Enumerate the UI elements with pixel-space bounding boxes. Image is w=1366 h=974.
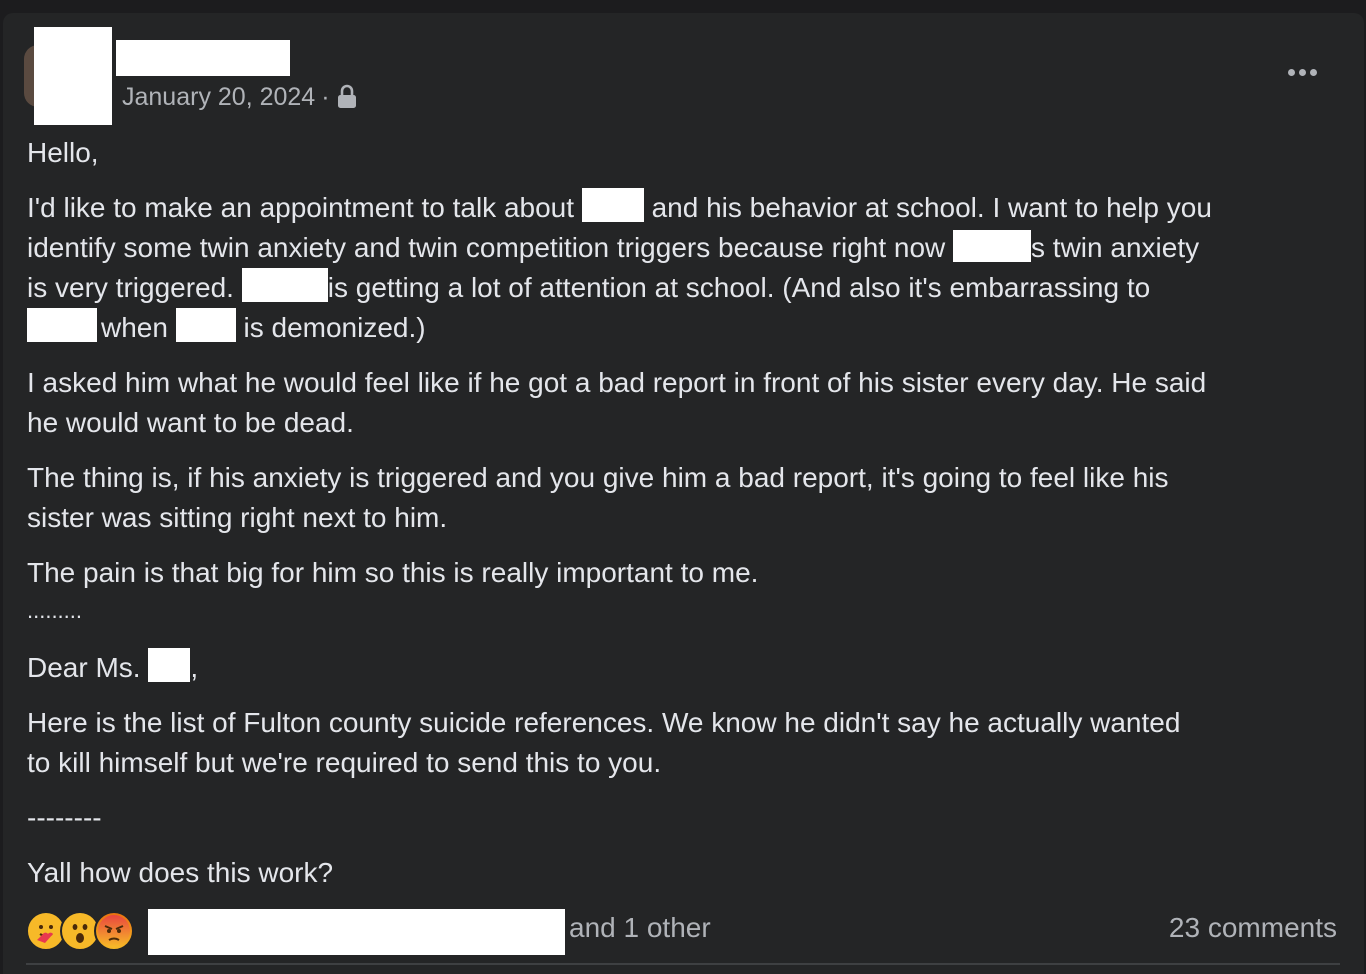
avatar-redaction <box>34 27 112 125</box>
more-options-button[interactable] <box>1282 58 1322 86</box>
post-text-greeting: Hello, <box>27 137 99 168</box>
post-text-line: The thing is, if his anxiety is triggere… <box>27 462 1169 493</box>
post-date[interactable]: January 20, 2024 <box>122 83 315 112</box>
text-segment: Dear Ms. <box>27 652 149 683</box>
text-segment: is very triggered. <box>27 272 242 303</box>
post-text-line: I asked him what he would feel like if h… <box>27 367 1207 398</box>
post-text-dots: ......... <box>27 598 83 623</box>
text-segment: identify some twin anxiety and twin comp… <box>27 232 954 263</box>
post-text-line: to kill himself but we're required to se… <box>27 747 662 778</box>
more-dot <box>1298 68 1306 76</box>
reactions-and-other-link[interactable]: and 1 other <box>569 912 711 944</box>
text-segment: when <box>101 312 176 343</box>
more-horizontal-icon <box>1287 68 1295 76</box>
text-segment: is demonized.) <box>235 312 426 343</box>
text-segment: , <box>190 652 199 683</box>
post-meta: January 20, 2024 · <box>122 81 358 113</box>
name-redaction <box>581 188 644 222</box>
post-text-line: sister was sitting right next to him. <box>27 502 448 533</box>
text-segment: I'd like to make an appointment to talk … <box>27 192 582 223</box>
comments-count-link[interactable]: 23 comments <box>1169 912 1337 944</box>
name-redaction <box>27 308 97 342</box>
post-text-line: identify some twin anxiety and twin comp… <box>27 228 1199 268</box>
name-redaction <box>241 268 328 302</box>
post-text-line: he would want to be dead. <box>27 407 354 438</box>
post-text-dashes: -------- <box>27 802 102 833</box>
text-segment: is getting a lot of attention at school.… <box>327 272 1151 303</box>
more-dot <box>1309 68 1317 76</box>
post-text-line: when is demonized.) <box>27 308 426 348</box>
meta-separator: · <box>321 82 330 111</box>
post-text-line: Dear Ms. , <box>27 648 198 688</box>
reactor-names-redaction <box>148 909 565 955</box>
lock-icon <box>336 84 358 110</box>
post-text-line: I'd like to make an appointment to talk … <box>27 188 1212 228</box>
avatar[interactable] <box>24 27 112 125</box>
reaction-summary[interactable] <box>26 907 134 955</box>
name-redaction <box>175 308 236 342</box>
footer-divider <box>26 963 1340 965</box>
post-text-line: The pain is that big for him so this is … <box>27 557 759 588</box>
post-text-line: is very triggered. is getting a lot of a… <box>27 268 1150 308</box>
name-redaction <box>148 648 191 682</box>
text-segment: s twin anxiety <box>1031 232 1200 263</box>
post-text-line: Yall how does this work? <box>27 857 334 888</box>
text-segment: and his behavior at school. I want to he… <box>643 192 1212 223</box>
post-text-line: Here is the list of Fulton county suicid… <box>27 707 1181 738</box>
author-name-redaction[interactable] <box>116 40 290 76</box>
angry-emoji-icon <box>94 911 134 951</box>
name-redaction <box>953 230 1032 262</box>
